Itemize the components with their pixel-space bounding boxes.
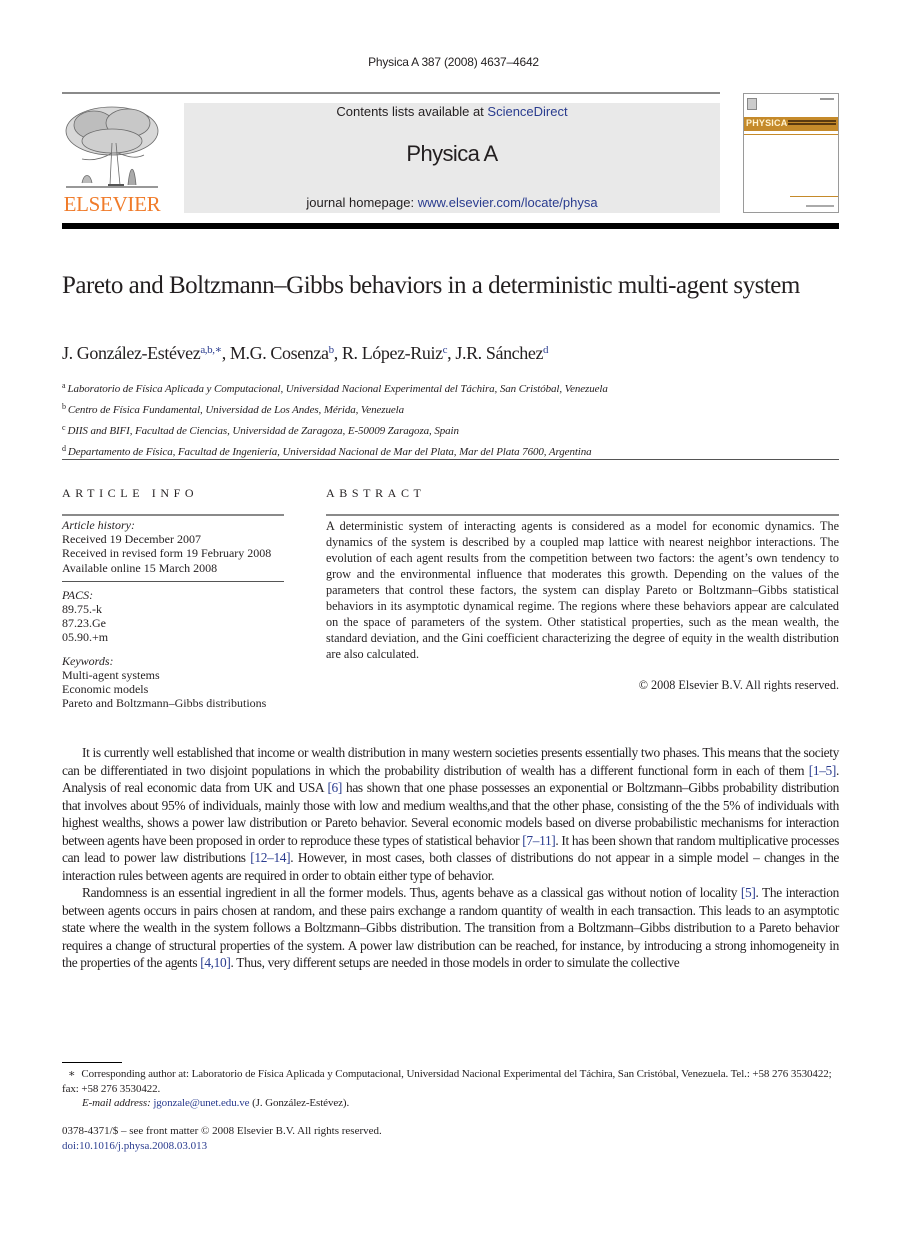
citation-link[interactable]: [5] (741, 885, 756, 900)
journal-banner: Contents lists available at ScienceDirec… (184, 103, 720, 213)
pacs-code: 87.23.Ge (62, 616, 106, 631)
homepage-prefix: journal homepage: (306, 195, 418, 210)
author: J. González-Estéveza,b,∗, (62, 343, 230, 363)
history-item: Received in revised form 19 February 200… (62, 546, 272, 561)
author-name: R. López-Ruiz (341, 343, 443, 363)
sciencedirect-link[interactable]: ScienceDirect (487, 104, 567, 119)
affiliation-mark: d (62, 444, 66, 453)
keyword: Pareto and Boltzmann–Gibbs distributions (62, 696, 267, 711)
contents-line: Contents lists available at ScienceDirec… (184, 104, 720, 119)
author-separator: , (221, 343, 230, 363)
front-matter: 0378-4371/$ – see front matter © 2008 El… (62, 1124, 839, 1154)
article-info-divider (62, 580, 284, 582)
article-info: Article history: Received 19 December 20… (62, 518, 292, 710)
citation-link[interactable]: [7–11] (522, 833, 555, 848)
body-text-run: Randomness is an essential ingredient in… (82, 885, 741, 900)
footnote-rule (62, 1062, 122, 1063)
cover-footer-mark (806, 205, 834, 207)
affiliation-mark: a (62, 381, 66, 390)
running-head: Physica A 387 (2008) 4637–4642 (368, 55, 539, 69)
abstract-copyright: © 2008 Elsevier B.V. All rights reserved… (638, 678, 839, 692)
body-text-run: It is currently well established that in… (62, 745, 839, 778)
affiliation-text: Centro de Física Fundamental, Universida… (67, 404, 405, 416)
affiliation: b Centro de Física Fundamental, Universid… (62, 398, 842, 419)
citation-link[interactable]: [1–5] (809, 763, 837, 778)
cover-bottom-rule (790, 196, 838, 197)
cover-issn-mark (820, 98, 834, 100)
doi-link[interactable]: doi:10.1016/j.physa.2008.03.013 (62, 1140, 207, 1152)
body-paragraph: Randomness is an essential ingredient in… (62, 884, 839, 972)
author: J.R. Sánchezd (455, 343, 548, 363)
pacs-code: 05.90.+m (62, 630, 109, 645)
affiliation-text: DIIS and BIFI, Facultad de Ciencias, Uni… (67, 425, 459, 437)
abstract-text: A deterministic system of interacting ag… (326, 519, 839, 661)
header-top-rule (62, 92, 720, 94)
journal-cover-thumbnail: PHYSICA (743, 93, 839, 213)
history-label: Article history: (62, 518, 135, 532)
header-thick-rule (62, 223, 839, 229)
cover-subtitle-lines (788, 120, 836, 127)
homepage-line: journal homepage: www.elsevier.com/locat… (184, 195, 720, 210)
pacs-code: 89.75.-k (62, 602, 102, 617)
author-name: J.R. Sánchez (455, 343, 544, 363)
body-text-run: . Thus, very different setups are needed… (230, 955, 680, 970)
article-title: Pareto and Boltzmann–Gibbs behaviors in … (62, 272, 800, 299)
body-paragraph: It is currently well established that in… (62, 744, 839, 884)
keyword: Economic models (62, 682, 149, 697)
cover-rule (744, 134, 838, 135)
article-info-rule (62, 514, 284, 516)
author: M.G. Cosenzab, (230, 343, 342, 363)
footnotes: ∗ Corresponding author at: Laboratorio de… (62, 1067, 839, 1111)
keyword: Multi-agent systems (62, 667, 160, 682)
corresponding-author-text: Corresponding author at: Laboratorio de … (62, 1068, 832, 1095)
email-owner: (J. González-Estévez). (252, 1097, 350, 1109)
affiliation: d Departamento de Física, Facultad de Ing… (62, 440, 842, 461)
affiliation-mark: c (62, 423, 66, 432)
affiliation-text: Departamento de Física, Facultad de Inge… (67, 446, 592, 458)
journal-homepage-link[interactable]: www.elsevier.com/locate/physa (418, 195, 598, 210)
email-link[interactable]: jgonzale@unet.edu.ve (153, 1097, 249, 1109)
author: R. López-Ruizc, (342, 343, 455, 363)
affiliation-text: Laboratorio de Física Aplicada y Computa… (67, 383, 608, 395)
email-label: E-mail address: (82, 1097, 151, 1109)
contents-prefix: Contents lists available at (336, 104, 488, 119)
issn-line: 0378-4371/$ – see front matter © 2008 El… (62, 1125, 382, 1137)
author-affiliation-marks[interactable]: a,b,∗ (200, 344, 222, 356)
footnote-mark: ∗ (68, 1068, 76, 1080)
author-list: J. González-Estéveza,b,∗, M.G. Cosenzab,… (62, 343, 852, 364)
history-item: Received 19 December 2007 (62, 532, 201, 547)
elsevier-wordmark: ELSEVIER (63, 192, 161, 216)
email-note: E-mail address: jgonzale@unet.edu.ve (J.… (62, 1096, 839, 1111)
affiliation: c DIIS and BIFI, Facultad de Ciencias, Un… (62, 419, 842, 440)
cover-title: PHYSICA (746, 118, 788, 128)
author-name: J. González-Estévez (62, 343, 201, 363)
article-info-heading: ARTICLE INFO (62, 486, 199, 500)
affiliation-list: a Laboratorio de Física Aplicada y Comput… (62, 377, 842, 461)
cover-elsevier-logo-icon (747, 98, 757, 110)
section-divider (62, 459, 839, 460)
affiliation-mark: b (62, 402, 66, 411)
citation-link[interactable]: [6] (327, 780, 342, 795)
affiliation: a Laboratorio de Física Aplicada y Comput… (62, 377, 842, 398)
abstract-heading: ABSTRACT (326, 486, 426, 500)
keywords-label: Keywords: (62, 653, 114, 668)
corresponding-author-note: ∗ Corresponding author at: Laboratorio de… (62, 1067, 839, 1096)
pacs-label: PACS: (62, 587, 94, 602)
author-affiliation-marks[interactable]: d (543, 344, 549, 356)
journal-name: Physica A (406, 141, 498, 166)
body-text: It is currently well established that in… (62, 744, 839, 972)
citation-link[interactable]: [12–14] (250, 850, 290, 865)
citation-link[interactable]: [4,10] (200, 955, 231, 970)
abstract-rule (326, 514, 839, 516)
author-name: M.G. Cosenza (229, 343, 329, 363)
history-item: Available online 15 March 2008 (62, 560, 218, 575)
author-separator: , (333, 343, 342, 363)
